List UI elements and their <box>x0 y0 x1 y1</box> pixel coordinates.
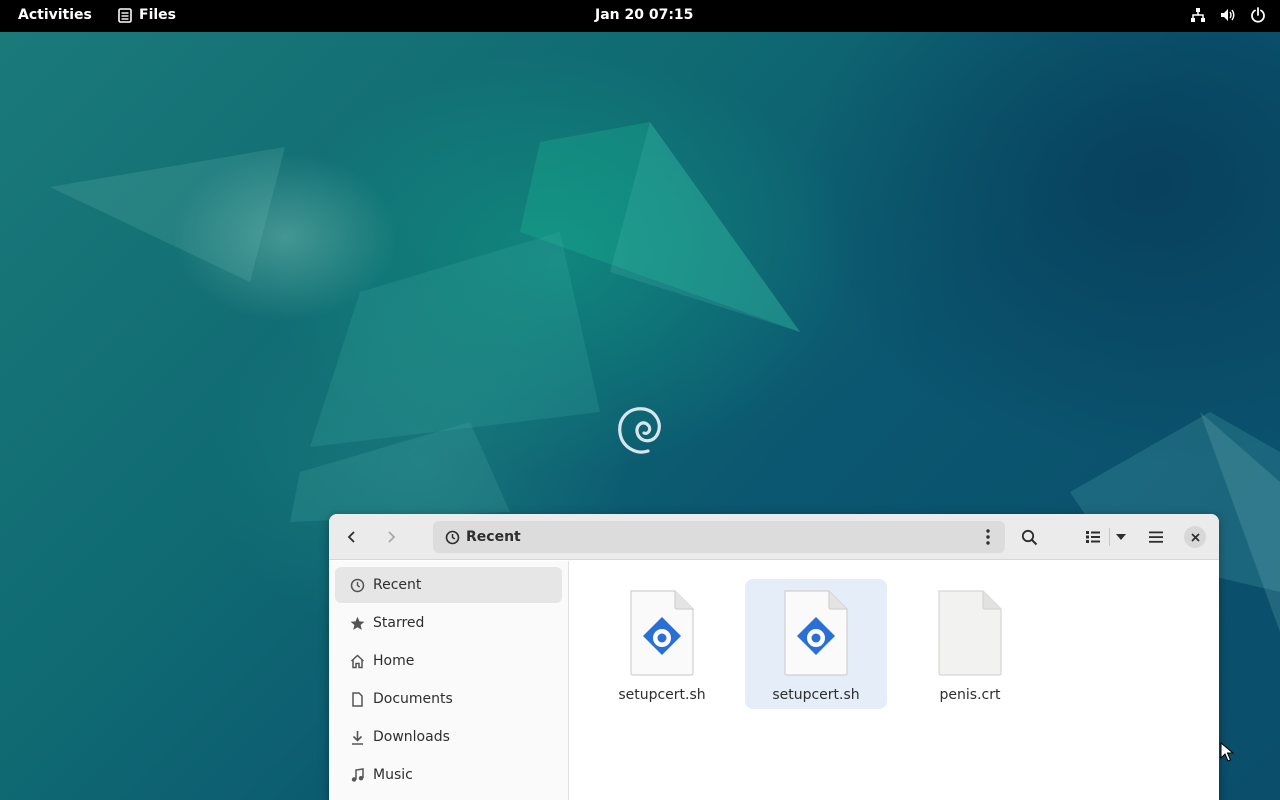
sidebar-item-label: Starred <box>373 615 425 631</box>
view-options-button[interactable] <box>1108 524 1134 550</box>
sidebar-item-label: Music <box>373 767 413 783</box>
files-window: Recent Recent Starred Home Documents Dow… <box>329 514 1219 800</box>
system-tray[interactable] <box>1190 7 1266 23</box>
sidebar-item-home[interactable]: Home <box>335 643 562 679</box>
script-file-icon <box>627 589 697 677</box>
files-app-icon <box>118 7 132 23</box>
network-icon[interactable] <box>1190 7 1206 23</box>
app-menu[interactable]: Files <box>118 7 176 23</box>
location-bar[interactable]: Recent <box>433 521 1005 553</box>
sidebar-item-downloads[interactable]: Downloads <box>335 719 562 755</box>
download-icon <box>349 729 365 745</box>
power-icon[interactable] <box>1250 7 1266 23</box>
hamburger-icon <box>1149 531 1163 543</box>
location-menu-button[interactable] <box>979 528 997 546</box>
debian-logo <box>618 407 661 454</box>
mouse-cursor-icon <box>1220 742 1234 762</box>
home-icon <box>349 653 365 669</box>
sidebar-item-music[interactable]: Music <box>335 757 562 793</box>
star-icon <box>349 615 365 631</box>
location-label: Recent <box>466 529 521 545</box>
file-item[interactable]: penis.crt <box>899 579 1041 709</box>
file-item[interactable]: setupcert.sh <box>745 579 887 709</box>
file-name: setupcert.sh <box>772 687 860 703</box>
file-view: setupcert.sh setupcert.sh penis.crt <box>570 561 1219 800</box>
triangle-down-icon <box>1116 534 1126 540</box>
view-list-button[interactable] <box>1080 524 1106 550</box>
generic-file-icon <box>935 589 1005 677</box>
clock-icon <box>349 577 365 593</box>
sidebar-item-label: Downloads <box>373 729 450 745</box>
file-name: setupcert.sh <box>618 687 706 703</box>
sidebar-item-label: Documents <box>373 691 453 707</box>
sidebar: Recent Starred Home Documents Downloads <box>329 561 569 800</box>
sidebar-item-starred[interactable]: Starred <box>335 605 562 641</box>
search-button[interactable] <box>1016 524 1042 550</box>
app-menu-label: Files <box>139 7 176 23</box>
script-file-icon <box>781 589 851 677</box>
activities-button[interactable]: Activities <box>18 7 92 23</box>
main-menu-button[interactable] <box>1143 524 1169 550</box>
clock-icon <box>445 530 460 545</box>
back-button[interactable] <box>339 524 365 550</box>
file-item[interactable]: setupcert.sh <box>591 579 733 709</box>
chevron-right-icon <box>388 531 396 543</box>
document-icon <box>349 691 365 707</box>
header-bar: Recent <box>329 514 1219 560</box>
sidebar-item-documents[interactable]: Documents <box>335 681 562 717</box>
list-view-icon <box>1086 531 1100 543</box>
search-icon <box>1021 529 1037 545</box>
clock[interactable]: Jan 20 07:15 <box>595 7 693 23</box>
forward-button[interactable] <box>378 524 404 550</box>
sidebar-item-label: Home <box>373 653 415 669</box>
chevron-left-icon <box>347 531 355 543</box>
music-icon <box>349 767 365 783</box>
vertical-dots-icon <box>986 529 990 545</box>
sidebar-item-recent[interactable]: Recent <box>335 567 562 603</box>
volume-icon[interactable] <box>1220 7 1236 23</box>
file-name: penis.crt <box>939 687 1001 703</box>
top-bar: Activities Files Jan 20 07:15 <box>0 0 1280 32</box>
close-button[interactable] <box>1184 526 1206 548</box>
sidebar-item-label: Recent <box>373 577 422 593</box>
close-icon <box>1190 532 1200 542</box>
